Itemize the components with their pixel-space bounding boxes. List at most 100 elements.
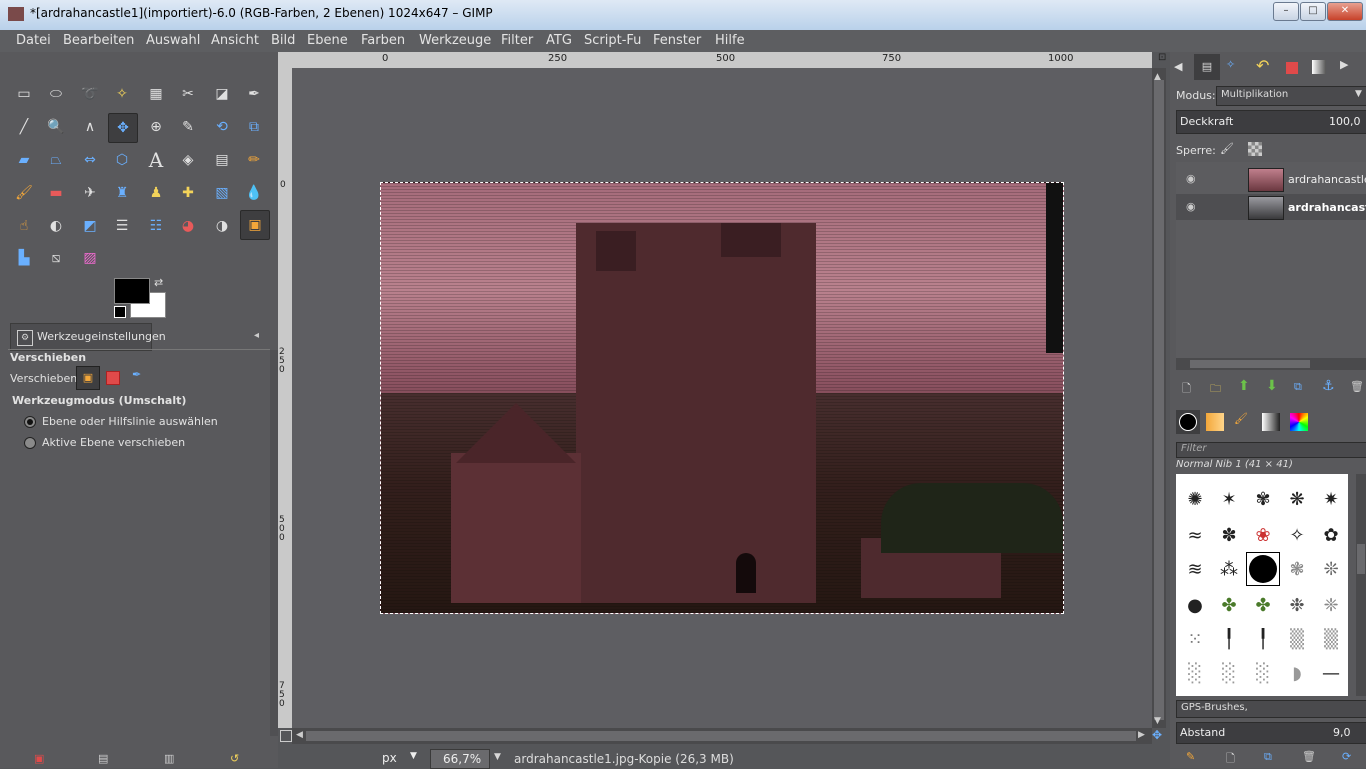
hue-saturation-icon[interactable]: ◕ [176, 214, 200, 238]
opacity-slider[interactable]: Deckkraft 100,0 [1176, 110, 1366, 134]
swap-colors-icon[interactable]: ⇄ [154, 276, 163, 289]
heal-icon[interactable]: ✚ [176, 181, 200, 205]
radio-pick-layer[interactable] [24, 416, 36, 428]
color-balance-icon[interactable]: ◩ [78, 214, 102, 238]
tab-scroll-left-icon[interactable]: ◀ [1174, 60, 1182, 73]
tab-palettes[interactable] [1290, 413, 1308, 431]
crop-icon[interactable]: ✎ [176, 115, 200, 139]
cage-transform-icon[interactable]: ⬡ [110, 148, 134, 172]
visibility-eye-icon[interactable]: ◉ [1186, 172, 1196, 185]
brush-item[interactable]: ░ [1180, 658, 1210, 688]
vertical-scrollbar[interactable]: ▲ ▼ [1152, 68, 1166, 728]
layer-list-scroll-thumb[interactable] [1190, 360, 1310, 368]
layer-name[interactable]: ardrahancastl [1288, 201, 1366, 214]
raise-layer-icon[interactable]: ⬆ [1238, 378, 1250, 394]
radio-move-active-layer-label[interactable]: Aktive Ebene verschieben [42, 436, 185, 449]
text-tool-icon[interactable]: A [144, 148, 168, 172]
move-path-toggle[interactable]: ✒ [132, 368, 141, 381]
free-select-icon[interactable]: ➰ [78, 82, 102, 106]
brush-item[interactable]: ✽ [1214, 520, 1244, 550]
perspective-icon[interactable]: ⏢ [44, 148, 68, 172]
reset-options-icon[interactable]: ↺ [230, 752, 244, 766]
mode-dropdown[interactable]: Multiplikation ▼ [1216, 86, 1366, 106]
menu-ansicht[interactable]: Ansicht [211, 33, 259, 48]
eraser-icon[interactable]: ▬ [44, 181, 68, 205]
brush-item[interactable]: — [1316, 658, 1346, 688]
rect-select-icon[interactable]: ▭ [12, 82, 36, 106]
histogram-icon[interactable]: ▙ [12, 246, 36, 270]
ruler-horizontal[interactable]: 0 250 500 750 1000 ⊡ [292, 52, 1166, 68]
brush-item[interactable]: ❀ [1248, 520, 1278, 550]
unit-selector[interactable]: px ▼ [378, 749, 422, 767]
save-options-icon[interactable]: ▣ [34, 752, 48, 766]
delete-options-icon[interactable]: ▥ [164, 752, 178, 766]
brush-item[interactable]: ❉ [1282, 590, 1312, 620]
rotate-icon[interactable]: ⟲ [210, 115, 234, 139]
tab-dynamics[interactable]: 🖌 [1234, 412, 1248, 425]
layer-row-active[interactable]: ◉ ardrahancastl [1176, 194, 1366, 220]
quick-mask-toggle[interactable] [280, 730, 292, 742]
brush-item[interactable]: ✤ [1214, 590, 1244, 620]
move-layer-toggle[interactable]: ▣ [76, 366, 100, 390]
menu-fenster[interactable]: Fenster [653, 33, 701, 48]
lock-pixels-icon[interactable]: 🖌 [1220, 142, 1234, 155]
blur-icon[interactable]: 💧 [242, 181, 266, 205]
tab-scroll-right-icon[interactable]: ▶ [1340, 58, 1348, 71]
tool-options-tab[interactable]: ⚙ Werkzeugeinstellungen [10, 323, 166, 351]
menu-atg[interactable]: ATG [546, 33, 572, 48]
new-layer-group-icon[interactable]: 🗀 [1210, 380, 1221, 399]
radio-move-active-layer[interactable] [24, 437, 36, 449]
brush-item[interactable]: ⁙ [1180, 624, 1210, 654]
paths-icon[interactable]: ✒ [242, 82, 266, 106]
select-by-color-icon[interactable]: ▦ [144, 82, 168, 106]
brush-item[interactable]: ≈ [1180, 520, 1210, 550]
brush-item[interactable]: ✶ [1214, 484, 1244, 514]
flip-icon[interactable]: ⇔ [78, 148, 102, 172]
brush-item[interactable]: ╿ [1248, 624, 1278, 654]
navigate-icon[interactable]: ⊡ [1158, 52, 1168, 66]
curves-icon[interactable]: ☷ [144, 214, 168, 238]
brush-item[interactable]: ✷ [1316, 484, 1346, 514]
lower-layer-icon[interactable]: ⬇ [1266, 378, 1278, 394]
ellipse-select-icon[interactable]: ⬭ [44, 82, 68, 106]
pencil-icon[interactable]: ✏ [242, 148, 266, 172]
minimize-button[interactable]: – [1273, 2, 1299, 21]
color-picker-icon[interactable]: ╱ [12, 115, 36, 139]
scale-icon[interactable]: ⧉ [242, 115, 266, 139]
tab-channels[interactable] [1286, 62, 1298, 74]
brush-item[interactable]: ╿ [1214, 624, 1244, 654]
restore-options-icon[interactable]: ▤ [98, 752, 112, 766]
clone-icon[interactable]: ♟ [144, 181, 168, 205]
move-tool-icon[interactable]: ✥ [108, 113, 138, 143]
anchor-layer-icon[interactable]: ⚓ [1322, 378, 1335, 394]
brush-item[interactable]: ▒ [1282, 624, 1312, 654]
levels-icon[interactable]: ☰ [110, 214, 134, 238]
zoom-field[interactable]: 66,7% [430, 749, 490, 769]
new-brush-icon[interactable]: 🗋 [1226, 750, 1235, 769]
brush-grid-scroll-thumb[interactable] [1357, 544, 1365, 574]
fuzzy-select-icon[interactable]: ✧ [110, 82, 134, 106]
brush-filter-input[interactable]: Filter [1176, 442, 1366, 458]
spacing-slider[interactable]: Abstand 9,0 [1176, 722, 1366, 744]
brush-item[interactable]: ✧ [1282, 520, 1312, 550]
panel-menu-icon[interactable]: ◂ [254, 330, 259, 341]
tab-brushes[interactable] [1176, 410, 1200, 434]
tab-gradients[interactable] [1312, 60, 1326, 74]
brush-item[interactable]: ░ [1214, 658, 1244, 688]
horizontal-scroll-thumb[interactable] [306, 731, 1136, 741]
layer-list-scrollbar[interactable] [1176, 358, 1366, 370]
brush-item[interactable]: ❋ [1282, 484, 1312, 514]
menu-script-fu[interactable]: Script-Fu [584, 33, 641, 48]
scroll-down-icon[interactable]: ▼ [1154, 716, 1161, 726]
perspective-clone-icon[interactable]: ▧ [210, 181, 234, 205]
tab-undo[interactable]: ↶ [1256, 56, 1269, 75]
menu-werkzeuge[interactable]: Werkzeuge [419, 33, 491, 48]
brush-item[interactable]: ✾ [1248, 484, 1278, 514]
new-layer-icon[interactable]: 🗋 [1182, 380, 1191, 399]
shear-icon[interactable]: ▰ [12, 148, 36, 172]
tab-gradients-2[interactable] [1262, 413, 1280, 431]
radio-pick-layer-label[interactable]: Ebene oder Hilfslinie auswählen [42, 415, 218, 428]
move-selection-toggle[interactable] [106, 371, 120, 385]
menu-auswahl[interactable]: Auswahl [146, 33, 200, 48]
bucket-fill-icon[interactable]: ◈ [176, 148, 200, 172]
